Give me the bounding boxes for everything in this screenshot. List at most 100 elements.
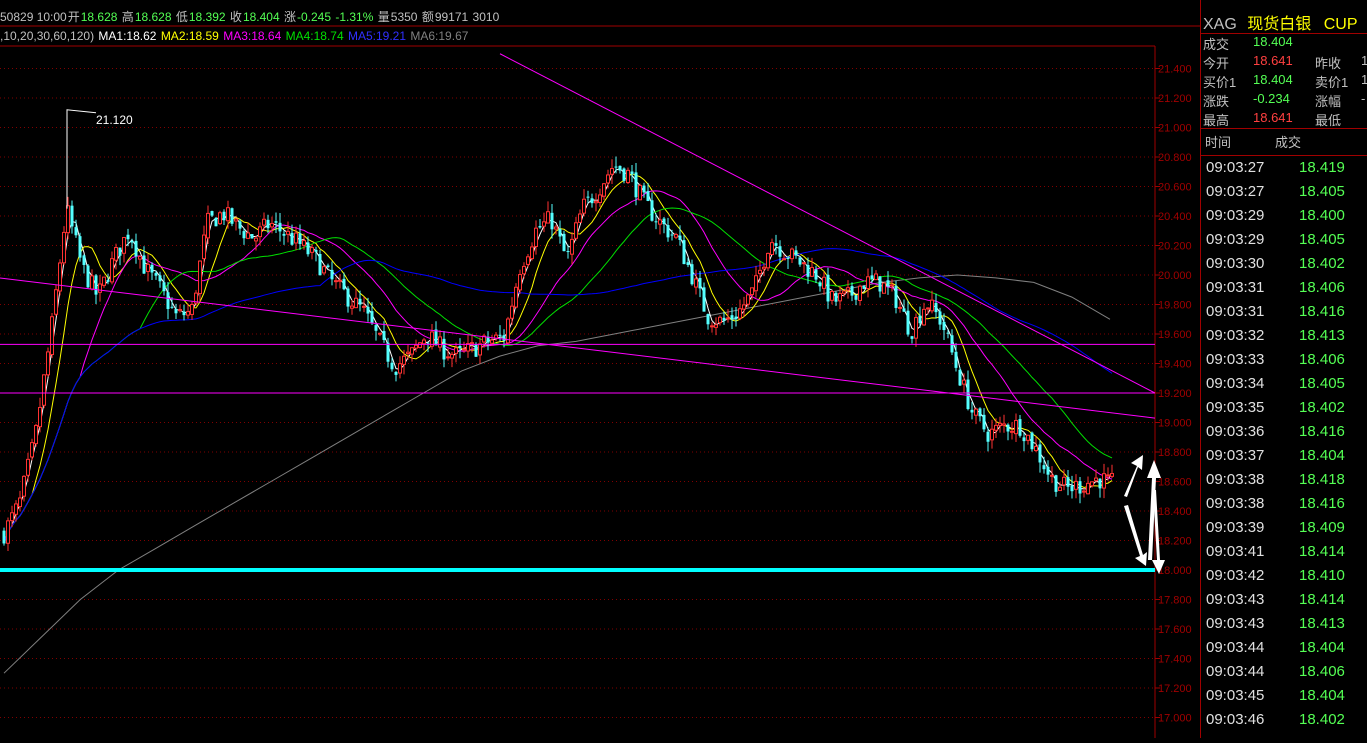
ticks-header-time: 时间 xyxy=(1205,135,1232,150)
quote-row-change: 涨跌 -0.234 涨幅 - xyxy=(1201,90,1367,109)
tick-price: 18.406 xyxy=(1299,351,1345,368)
candle xyxy=(62,226,66,266)
tick-price: 18.413 xyxy=(1299,615,1345,632)
info-change-label: 涨 xyxy=(283,10,296,24)
info-amount: 99171 xyxy=(434,10,469,24)
quote-value: -0.234 xyxy=(1253,91,1290,106)
tick-time: 09:03:31 xyxy=(1206,279,1265,296)
tick-price: 18.405 xyxy=(1299,183,1345,200)
y-tick-label: 21.200 xyxy=(1158,93,1192,105)
y-tick-label: 20.000 xyxy=(1158,270,1192,282)
y-tick-label: 20.400 xyxy=(1158,211,1192,223)
tick-time: 09:03:27 xyxy=(1206,183,1265,200)
candle xyxy=(250,233,254,239)
info-change-pct: -1.31% xyxy=(335,10,374,24)
ma3-legend: MA3:18.64 xyxy=(223,29,282,43)
tick-row: 09:03:37 18.404 xyxy=(1201,444,1367,468)
y-tick-label: 17.600 xyxy=(1158,624,1192,636)
tick-price: 18.404 xyxy=(1299,447,1345,464)
quote-value: 1 xyxy=(1361,53,1367,68)
tick-price: 18.414 xyxy=(1299,591,1345,608)
y-axis: 21.400 21.200 21.000 20.800 20.600 20.400 20.2… xyxy=(1155,64,1192,725)
tick-row: 09:03:45 18.404 xyxy=(1201,684,1367,708)
y-tick-label: 18.000 xyxy=(1158,565,1192,577)
quote-label: 今开 xyxy=(1203,56,1230,71)
quote-value: 18.641 xyxy=(1253,110,1293,125)
quote-value: 18.641 xyxy=(1253,53,1293,68)
tick-time: 09:03:35 xyxy=(1206,399,1265,416)
tick-price: 18.416 xyxy=(1299,495,1345,512)
tick-row: 09:03:33 18.406 xyxy=(1201,348,1367,372)
y-tick-label: 19.600 xyxy=(1158,329,1192,341)
tick-price: 18.405 xyxy=(1299,231,1345,248)
quote-row-last: 成交 18.404 xyxy=(1201,33,1367,52)
tick-price: 18.409 xyxy=(1299,519,1345,536)
tick-row: 09:03:43 18.413 xyxy=(1201,612,1367,636)
ma6-legend: MA6:19.67 xyxy=(410,29,469,43)
tick-row: 09:03:43 18.414 xyxy=(1201,588,1367,612)
tick-time: 09:03:31 xyxy=(1206,303,1265,320)
tick-row: 09:03:31 18.416 xyxy=(1201,300,1367,324)
ma-legend-bar: ,10,20,30,60,120) MA1:18.62 MA2:18.59 MA… xyxy=(0,29,469,45)
info-high-label: 高 xyxy=(121,10,134,24)
quote-label: 买价1 xyxy=(1203,75,1237,90)
tick-row: 09:03:41 18.414 xyxy=(1201,540,1367,564)
candle xyxy=(418,342,422,349)
candlestick-chart[interactable]: 21.400 21.200 21.000 20.800 20.600 20.400 20.2… xyxy=(0,0,1200,738)
ma2-legend: MA2:18.59 xyxy=(160,29,219,43)
y-tick-label: 19.000 xyxy=(1158,418,1192,430)
y-tick-label: 17.800 xyxy=(1158,595,1192,607)
tick-time: 09:03:41 xyxy=(1206,543,1265,560)
candle xyxy=(638,183,642,201)
quote-info-bar: 50829 10:00开18.628 高18.628 低18.392 收18.4… xyxy=(0,8,500,24)
tick-row: 09:03:29 18.405 xyxy=(1201,228,1367,252)
y-tick-label: 17.200 xyxy=(1158,683,1192,695)
high-annotation: 21.120 xyxy=(96,113,133,127)
symbol-name: 现货白银 xyxy=(1247,16,1312,33)
tick-time: 09:03:30 xyxy=(1206,255,1265,272)
tick-row: 09:03:31 18.406 xyxy=(1201,276,1367,300)
tick-time: 09:03:44 xyxy=(1206,663,1265,680)
tick-time: 09:03:38 xyxy=(1206,495,1265,512)
tick-time: 09:03:32 xyxy=(1206,327,1265,344)
candle xyxy=(78,232,82,262)
candle xyxy=(626,167,630,185)
tick-row: 09:03:27 18.419 xyxy=(1201,156,1367,180)
tick-price: 18.416 xyxy=(1299,423,1345,440)
tick-row: 09:03:46 18.402 xyxy=(1201,708,1367,732)
info-low: 18.392 xyxy=(188,10,226,24)
quote-label: 昨收 xyxy=(1315,56,1342,71)
ticks-header: 时间 成交 xyxy=(1201,131,1367,150)
tick-time: 09:03:38 xyxy=(1206,471,1265,488)
info-close-label: 收 xyxy=(229,10,242,24)
quote-value: - xyxy=(1361,91,1366,106)
candle xyxy=(230,207,234,227)
y-tick-label: 17.000 xyxy=(1158,713,1192,725)
tick-time: 09:03:42 xyxy=(1206,567,1265,584)
candle xyxy=(214,217,218,227)
tick-price: 18.416 xyxy=(1299,303,1345,320)
symbol-code: XAG xyxy=(1203,16,1237,33)
tick-price: 18.404 xyxy=(1299,639,1345,656)
tick-time: 09:03:34 xyxy=(1206,375,1265,392)
tick-price: 18.410 xyxy=(1299,567,1345,584)
candle xyxy=(42,374,46,409)
y-tick-label: 18.400 xyxy=(1158,506,1192,518)
ticks-list[interactable]: 09:03:27 18.419 09:03:27 18.405 09:03:29 18.4… xyxy=(1201,156,1367,738)
ma1-legend: MA1:18.62 xyxy=(98,29,157,43)
ticks-header-price: 成交 xyxy=(1275,135,1302,150)
tick-row: 09:03:27 18.405 xyxy=(1201,180,1367,204)
tick-row: 09:03:38 18.416 xyxy=(1201,492,1367,516)
quote-row-high: 最高 18.641 最低 xyxy=(1201,109,1367,128)
info-low-label: 低 xyxy=(175,10,188,24)
chart-area[interactable]: 21.400 21.200 21.000 20.800 20.600 20.400 20.2… xyxy=(0,0,1200,738)
y-tick-label: 19.200 xyxy=(1158,388,1192,400)
info-volume-label: 量 xyxy=(377,10,390,24)
tick-time: 09:03:36 xyxy=(1206,423,1265,440)
quote-panel: XAG 现货白银 CUP 成交 18.404 今开 18.641 昨收 1 买价… xyxy=(1200,0,1367,738)
tick-price: 18.405 xyxy=(1299,375,1345,392)
info-amount-label: 额 xyxy=(421,10,434,24)
tick-price: 18.402 xyxy=(1299,711,1345,728)
info-extra: 3010 xyxy=(472,10,500,24)
tick-price: 18.402 xyxy=(1299,399,1345,416)
